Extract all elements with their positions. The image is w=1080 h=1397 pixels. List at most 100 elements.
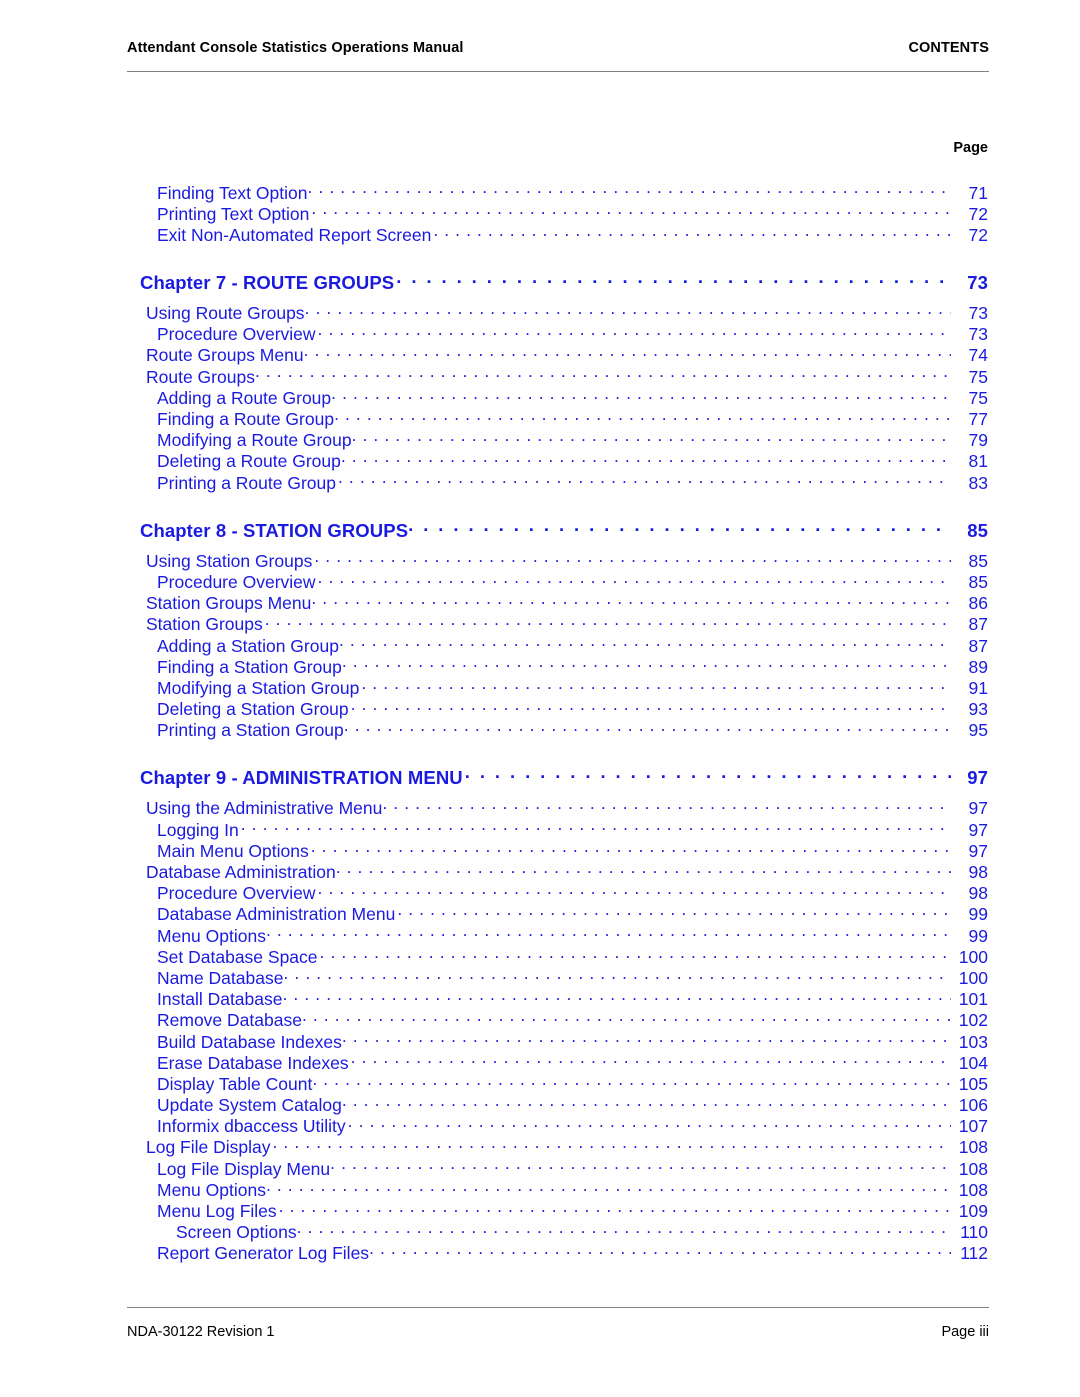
dot-leader: [283, 966, 951, 984]
toc-entry-row[interactable]: Install Database 101: [0, 988, 1080, 1010]
toc-entry-title: Finding a Route Group: [157, 409, 335, 429]
toc-entry-page-number: 108: [958, 1179, 988, 1200]
toc-entry-row[interactable]: Main Menu Options 97: [0, 839, 1080, 861]
dot-leader: [361, 676, 951, 694]
footer-divider: [127, 1307, 989, 1308]
dot-leader: [311, 202, 951, 220]
toc-entry-row[interactable]: Adding a Route Group 75: [0, 386, 1080, 408]
toc-entry-row[interactable]: Log File Display Menu 108: [0, 1157, 1080, 1179]
footer-page-number: Page iii: [941, 1324, 989, 1340]
toc-entry-title: Using the Administrative Menu: [146, 798, 383, 819]
toc-entry-row[interactable]: Using Route Groups 73: [0, 302, 1080, 324]
toc-entry-page-number: 72: [968, 203, 988, 224]
toc-entry-row[interactable]: Adding a Station Group 87: [0, 634, 1080, 656]
toc-entry-row[interactable]: Route Groups Menu 74: [0, 344, 1080, 366]
toc-entry-row[interactable]: Using Station Groups 85: [0, 549, 1080, 571]
toc-entry-page-number: 83: [968, 472, 988, 493]
toc-entry-row[interactable]: Set Database Space 100: [0, 945, 1080, 967]
toc-entry-page-number: 97: [968, 819, 988, 840]
dot-leader: [351, 1051, 951, 1069]
toc-entry-title: Deleting a Route Group: [157, 451, 341, 472]
toc-entry-row[interactable]: Menu Log Files 109: [0, 1200, 1080, 1222]
toc-entry-title: Station Groups: [146, 614, 263, 635]
toc-entry-title: Menu Log Files: [157, 1201, 277, 1221]
toc-entry-title: Procedure Overview: [157, 883, 316, 904]
toc-entry-row[interactable]: Menu Options 108: [0, 1178, 1080, 1200]
toc-entry-page-number: 99: [968, 925, 988, 946]
toc-entry-page-number: 73: [968, 303, 988, 324]
toc-entry-row[interactable]: Logging In 97: [0, 818, 1080, 840]
toc-entry-row[interactable]: Erase Database Indexes 104: [0, 1051, 1080, 1073]
toc-entry-row[interactable]: Modifying a Station Group 91: [0, 676, 1080, 698]
toc-entry-row[interactable]: Procedure Overview 98: [0, 882, 1080, 904]
toc-entry-page-number: 112: [960, 1243, 988, 1264]
toc-entry-row[interactable]: Procedure Overview 73: [0, 323, 1080, 345]
dot-leader: [320, 945, 951, 963]
toc-entry-title: Modifying a Route Group: [157, 430, 352, 451]
toc-entry-page-number: 72: [968, 224, 988, 245]
toc-entry-title: Adding a Route Group: [157, 387, 332, 408]
toc-entry-page-number: 75: [968, 366, 988, 387]
toc-entry-title: Finding Text Option: [157, 182, 308, 203]
toc-entry-page-number: 85: [968, 571, 988, 592]
toc-entry-title: Install Database: [157, 989, 283, 1010]
toc-entry-page-number: 110: [960, 1222, 988, 1243]
toc-entry-page-number: 73: [967, 272, 988, 294]
toc-entry-row[interactable]: Printing Text Option 72: [0, 202, 1080, 224]
toc-entry-row[interactable]: Database Administration Menu 99: [0, 903, 1080, 925]
toc-chapter-row[interactable]: Chapter 7 - ROUTE GROUPS 73: [0, 271, 1080, 295]
dot-leader: [334, 408, 951, 426]
toc-entry-title: Using Route Groups: [146, 303, 305, 324]
toc-entry-row[interactable]: Station Groups Menu 86: [0, 592, 1080, 614]
toc-entry-row[interactable]: Deleting a Station Group 93: [0, 698, 1080, 720]
dot-leader: [266, 1178, 951, 1196]
toc-entry-title: Logging In: [157, 819, 239, 840]
toc-chapter-row[interactable]: Chapter 9 - ADMINISTRATION MENU 97: [0, 766, 1080, 790]
toc-entry-row[interactable]: Station Groups 87: [0, 613, 1080, 635]
toc-entry-row[interactable]: Printing a Route Group 83: [0, 471, 1080, 493]
toc-entry-row[interactable]: Build Database Indexes 103: [0, 1030, 1080, 1052]
toc-entry-row[interactable]: Using the Administrative Menu 97: [0, 797, 1080, 819]
toc-entry-page-number: 105: [958, 1073, 988, 1094]
toc-entry-page-number: 103: [958, 1031, 988, 1052]
toc-entry-row[interactable]: Report Generator Log Files 112: [0, 1242, 1080, 1264]
toc-entry-title: Printing a Route Group: [157, 472, 336, 493]
toc-entry-row[interactable]: Procedure Overview 85: [0, 570, 1080, 592]
toc-entry-row[interactable]: Route Groups 75: [0, 365, 1080, 387]
toc-entry-title: Deleting a Station Group: [157, 699, 349, 720]
toc-entry-page-number: 97: [967, 767, 988, 789]
toc-entry-row[interactable]: Menu Options 99: [0, 924, 1080, 946]
toc-entry-page-number: 79: [968, 430, 988, 451]
toc-entry-row[interactable]: Printing a Station Group 95: [0, 719, 1080, 741]
toc-entry-page-number: 98: [968, 862, 988, 882]
toc-entry-row[interactable]: Informix dbaccess Utility 107: [0, 1115, 1080, 1137]
toc-chapter-row[interactable]: Chapter 8 - STATION GROUPS 85: [0, 518, 1080, 542]
toc-entry-row[interactable]: Exit Non-Automated Report Screen 72: [0, 223, 1080, 245]
toc-entry-row[interactable]: Finding Text Option 71: [0, 181, 1080, 203]
running-footer: NDA-30122 Revision 1 Page iii: [127, 1324, 989, 1340]
toc-entry-page-number: 93: [968, 699, 988, 720]
toc-entry-row[interactable]: Finding a Station Group 89: [0, 655, 1080, 677]
toc-entry-row[interactable]: Display Table Count 105: [0, 1072, 1080, 1094]
toc-entry-row[interactable]: Modifying a Route Group 79: [0, 429, 1080, 451]
dot-leader: [351, 698, 951, 716]
toc-entry-row[interactable]: Screen Options 110: [0, 1221, 1080, 1243]
toc-entry-title: Chapter 7 - ROUTE GROUPS: [140, 272, 395, 294]
toc-entry-title: Adding a Station Group: [157, 635, 339, 656]
toc-entry-row[interactable]: Deleting a Route Group 81: [0, 450, 1080, 472]
toc-entry-row[interactable]: Log File Display 108: [0, 1136, 1080, 1158]
header-divider: [127, 71, 989, 72]
toc-entry-title: Database Administration: [146, 862, 336, 882]
toc-entry-row[interactable]: Database Administration 98: [0, 861, 1080, 883]
toc-entry-row[interactable]: Name Database 100: [0, 966, 1080, 988]
header-document-title: Attendant Console Statistics Operations …: [127, 40, 464, 56]
dot-leader: [352, 429, 951, 447]
toc-entry-row[interactable]: Update System Catalog 106: [0, 1094, 1080, 1116]
toc-entry-title: Printing a Station Group: [157, 720, 344, 741]
dot-leader: [255, 365, 951, 383]
dot-leader: [241, 818, 951, 836]
toc-entry-row[interactable]: Remove Database 102: [0, 1009, 1080, 1031]
toc-entry-page-number: 97: [968, 840, 988, 861]
dot-leader: [311, 839, 951, 857]
toc-entry-row[interactable]: Finding a Route Group 77: [0, 408, 1080, 430]
